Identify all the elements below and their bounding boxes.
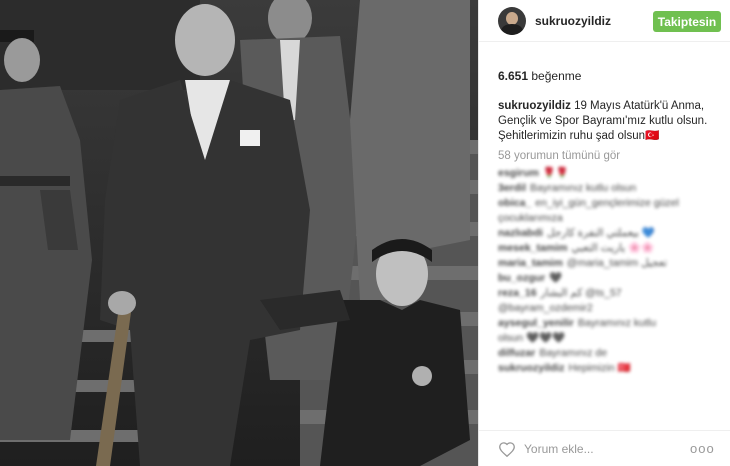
likes-count[interactable]: 6.651 beğenme — [498, 69, 581, 83]
comment-item: dilfuzar Bayramınız de — [498, 346, 724, 361]
likes-number: 6.651 — [498, 69, 529, 83]
comment-text: 🖤 — [549, 272, 563, 284]
comment-text: Bayramınız kutlu olsun — [530, 182, 637, 194]
comment-text: Hepimizin 🇹🇷 — [568, 362, 631, 374]
more-options-icon[interactable]: ooo — [690, 441, 715, 456]
comment-username[interactable]: reza_16 — [498, 287, 537, 299]
comment-text: Bayramınız de — [539, 347, 608, 359]
comment-item: sukruozyildiz Hepimizin 🇹🇷 — [498, 361, 724, 376]
comment-item: obica_ en_iyi_gün_gençlerimize güzel — [498, 196, 724, 211]
comment-item: esgirum 🌹🌹 — [498, 166, 724, 181]
historic-photo-image — [0, 0, 478, 466]
post-caption: sukruozyildiz 19 Mayıs Atatürk'ü Anma, G… — [498, 99, 720, 144]
comment-item: @bayram_ozdemir2 — [498, 301, 724, 316]
comment-item: maria_tamim @maria_tamim تعجيل — [498, 256, 724, 271]
avatar[interactable] — [498, 7, 526, 35]
comment-username[interactable]: bu_ozgur — [498, 272, 545, 284]
post-sidebar: sukruozyildiz Takiptesin 6.651 beğenme s… — [478, 0, 730, 466]
comment-item: nazlıabdi بيعملتي النفرة كارجل 💙 — [498, 226, 724, 241]
comment-item: mesek_tamim ياريت التعبي 🌸🌸 — [498, 241, 724, 256]
comment-username[interactable]: 3erdil — [498, 182, 526, 194]
comment-text: Bayramınız kutlu — [577, 317, 657, 329]
comment-username[interactable]: dilfuzar — [498, 347, 535, 359]
comment-item: aysegul_yenilir Bayramınız kutlu — [498, 316, 724, 331]
comment-input[interactable] — [524, 440, 674, 458]
follow-button[interactable]: Takiptesin — [653, 11, 721, 32]
username-link[interactable]: sukruozyildiz — [535, 14, 611, 28]
comment-item: olsun 🖤🖤🖤 — [498, 331, 724, 346]
comment-text: ياريت التعبي 🌸🌸 — [571, 242, 655, 254]
comment-username[interactable]: mesek_tamim — [498, 242, 567, 254]
comment-item: 3erdil Bayramınız kutlu olsun — [498, 181, 724, 196]
comment-text: بيعملتي النفرة كارجل 💙 — [546, 227, 655, 239]
comment-list: esgirum 🌹🌹 3erdil Bayramınız kutlu olsun obi… — [498, 166, 724, 376]
comment-username[interactable]: aysegul_yenilir — [498, 317, 574, 329]
likes-label: beğenme — [531, 69, 582, 83]
post-photo[interactable] — [0, 0, 478, 466]
comment-username[interactable]: esgirum — [498, 167, 539, 179]
comment-item: çocuklarımıza — [498, 211, 724, 226]
comment-username[interactable]: maria_tamim — [498, 257, 563, 269]
comment-username[interactable]: nazlıabdi — [498, 227, 543, 239]
comment-item: bu_ozgur 🖤 — [498, 271, 724, 286]
view-all-comments-link[interactable]: 58 yorumun tümünü gör — [498, 150, 620, 162]
caption-username[interactable]: sukruozyildiz — [498, 100, 571, 112]
heart-icon[interactable] — [498, 441, 516, 457]
comment-text: en_iyi_gün_gençlerimize güzel — [535, 197, 679, 209]
comment-item: reza_16 كم البشار @ts_57 — [498, 286, 724, 301]
post-header: sukruozyildiz Takiptesin — [479, 0, 730, 42]
comment-text: olsun 🖤🖤🖤 — [498, 332, 566, 344]
post-footer: ooo — [479, 430, 730, 466]
comment-text: @maria_tamim تعجيل — [566, 257, 667, 269]
comment-text: 🌹🌹 — [542, 167, 570, 179]
comment-text: @bayram_ozdemir2 — [498, 302, 593, 314]
comment-username[interactable]: sukruozyildiz — [498, 362, 565, 374]
avatar-body — [501, 24, 523, 35]
comment-username[interactable]: obica_ — [498, 197, 531, 209]
comment-text: كم البشار @ts_57 — [540, 287, 622, 299]
comment-text: çocuklarımıza — [498, 212, 563, 224]
